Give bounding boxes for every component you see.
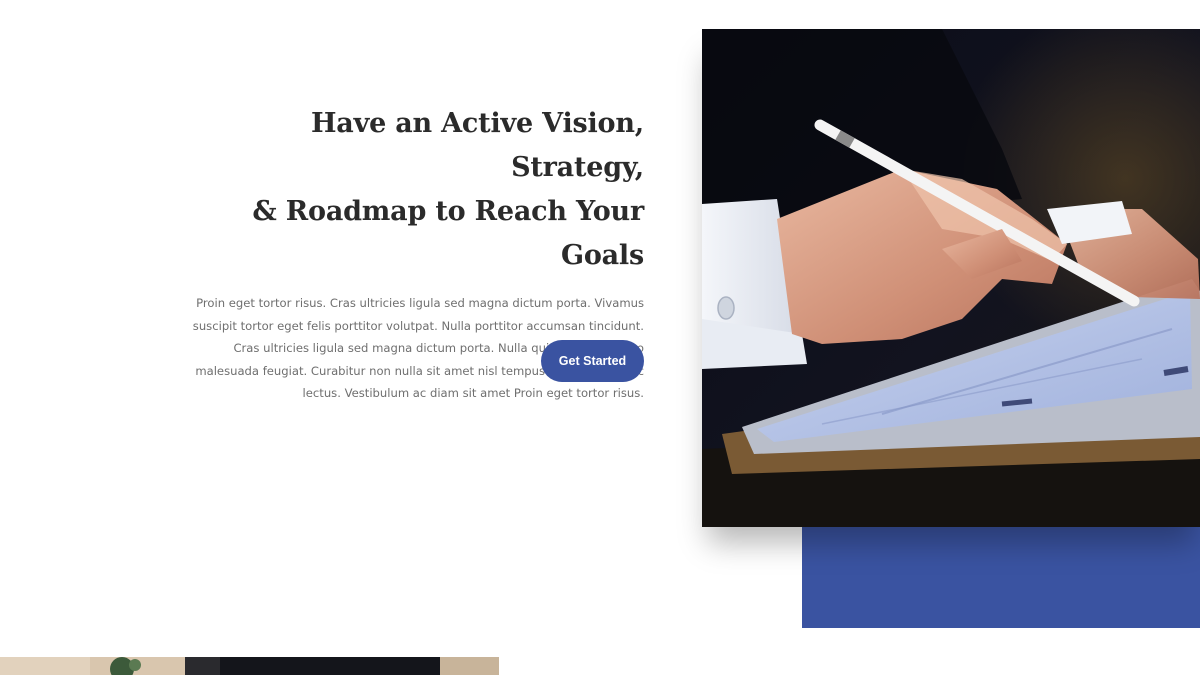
hero-headline-line-1: Have an Active Vision, Strategy, (310, 108, 644, 183)
hero-photo-illustration (702, 29, 1200, 527)
page: Have an Active Vision, Strategy, & Roadm… (0, 0, 1200, 675)
hero-headline-line-2: & Roadmap to Reach Your Goals (252, 196, 644, 271)
hero-body-line-2: suscipit tortor eget felis porttitor vol… (192, 318, 644, 333)
hero-body-line-5: lectus. Vestibulum ac diam sit amet Proi… (302, 386, 644, 400)
hero-body-line-1: Proin eget tortor risus. Cras ultricies … (196, 296, 644, 310)
accent-block (802, 527, 1200, 628)
get-started-button[interactable]: Get Started (541, 340, 644, 382)
hero-headline: Have an Active Vision, Strategy, & Roadm… (180, 102, 644, 278)
secondary-photo (0, 657, 499, 675)
hero-photo (702, 29, 1200, 527)
secondary-photo-illustration (0, 657, 499, 675)
